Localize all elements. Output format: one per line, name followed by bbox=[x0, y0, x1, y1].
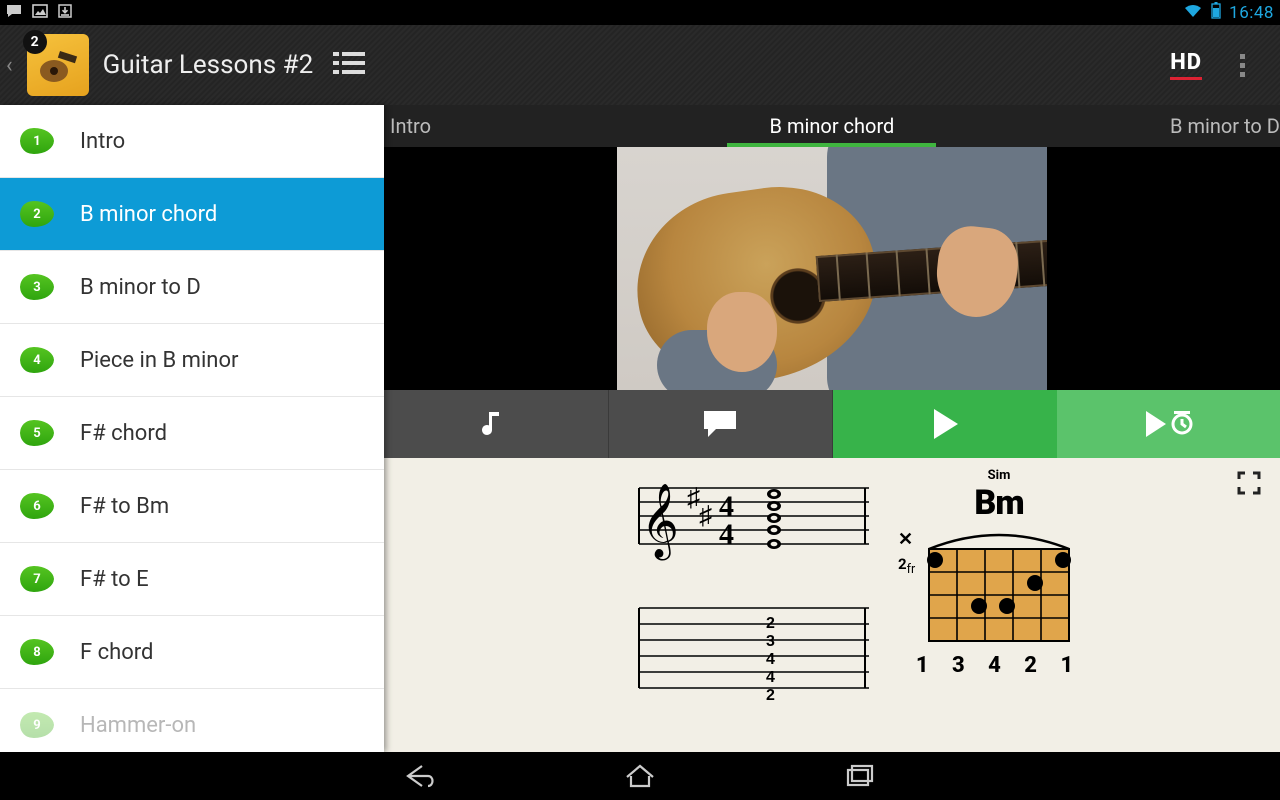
android-nav-bar bbox=[0, 752, 1280, 800]
wifi-icon bbox=[1183, 3, 1203, 23]
tab-number: 4 bbox=[766, 669, 775, 687]
lesson-number-badge: 1 bbox=[20, 128, 54, 154]
tab-label: B minor chord bbox=[770, 114, 895, 138]
image-notification-icon bbox=[32, 4, 48, 22]
lesson-item-4[interactable]: 4 Piece in B minor bbox=[0, 324, 384, 397]
lesson-tabs: Intro B minor chord B minor to D bbox=[384, 105, 1280, 147]
app-bar: ‹ 2 Guitar Lessons #2 HD bbox=[0, 25, 1280, 105]
lesson-item-label: B minor to D bbox=[80, 275, 201, 300]
svg-text:𝄞: 𝄞 bbox=[641, 485, 679, 561]
lesson-item-label: F chord bbox=[80, 640, 153, 665]
app-title: Guitar Lessons #2 bbox=[103, 50, 314, 80]
lesson-item-label: Piece in B minor bbox=[80, 348, 238, 373]
lesson-number-badge: 2 bbox=[20, 201, 54, 227]
comments-button[interactable] bbox=[609, 390, 834, 458]
lesson-number-badge: 4 bbox=[20, 347, 54, 373]
lesson-number-badge: 3 bbox=[20, 274, 54, 300]
lesson-item-7[interactable]: 7 F# to E bbox=[0, 543, 384, 616]
playback-controls bbox=[384, 390, 1280, 458]
svg-text:4: 4 bbox=[719, 518, 734, 551]
play-slow-button[interactable] bbox=[1057, 390, 1280, 458]
chord-diagram: Sim Bm ✕ 2fr bbox=[914, 468, 1084, 678]
download-notification-icon bbox=[58, 4, 72, 22]
nav-home-button[interactable] bbox=[620, 760, 660, 792]
overflow-menu-icon[interactable] bbox=[1240, 54, 1262, 77]
chat-notification-icon bbox=[6, 4, 22, 22]
status-right-icons: 16:48 bbox=[1183, 2, 1274, 23]
status-clock: 16:48 bbox=[1229, 3, 1274, 23]
chord-alt-name: Sim bbox=[914, 468, 1084, 483]
lesson-item-8[interactable]: 8 F chord bbox=[0, 616, 384, 689]
lesson-item-label: F# chord bbox=[80, 421, 167, 446]
lesson-list-toggle-icon[interactable] bbox=[333, 50, 365, 80]
chord-fret-suffix: fr bbox=[907, 562, 916, 577]
nav-back-button[interactable] bbox=[400, 760, 440, 792]
lesson-number-badge: 9 bbox=[20, 712, 54, 738]
lesson-number-badge: 8 bbox=[20, 639, 54, 665]
tab-label: Intro bbox=[390, 114, 431, 138]
lesson-item-5[interactable]: 5 F# chord bbox=[0, 397, 384, 470]
nav-recent-button[interactable] bbox=[840, 760, 880, 792]
fullscreen-icon[interactable] bbox=[1236, 470, 1262, 500]
status-left-icons bbox=[6, 4, 72, 22]
chord-name: Bm bbox=[914, 483, 1084, 523]
tab-prev[interactable]: Intro bbox=[384, 105, 683, 147]
lesson-item-label: Intro bbox=[80, 129, 125, 154]
android-status-bar: 16:48 bbox=[0, 0, 1280, 25]
chord-fret-label: 2 bbox=[898, 555, 907, 573]
lesson-item-label: B minor chord bbox=[80, 202, 217, 227]
tab-number: 2 bbox=[766, 615, 775, 633]
video-area[interactable] bbox=[384, 147, 1280, 390]
lesson-number-badge: 6 bbox=[20, 493, 54, 519]
lesson-item-label: F# to Bm bbox=[80, 494, 169, 519]
hd-quality-button[interactable]: HD bbox=[1170, 50, 1202, 80]
video-thumbnail bbox=[617, 147, 1047, 390]
sheet-music-area: 𝄞 ♯ ♯ 4 4 bbox=[384, 458, 1280, 752]
back-caret-icon[interactable]: ‹ bbox=[6, 53, 13, 78]
app-icon[interactable]: 2 bbox=[27, 34, 89, 96]
lesson-item-6[interactable]: 6 F# to Bm bbox=[0, 470, 384, 543]
battery-icon bbox=[1211, 2, 1221, 23]
lesson-item-label: F# to E bbox=[80, 567, 149, 592]
lesson-item-9[interactable]: 9 Hammer-on bbox=[0, 689, 384, 752]
tab-current[interactable]: B minor chord bbox=[683, 105, 982, 147]
lesson-number-badge: 5 bbox=[20, 420, 54, 446]
play-button[interactable] bbox=[833, 390, 1057, 458]
tab-number: 2 bbox=[766, 687, 775, 705]
staff-notation: 𝄞 ♯ ♯ 4 4 bbox=[619, 478, 869, 722]
tab-number: 3 bbox=[766, 633, 775, 651]
svg-text:♯: ♯ bbox=[699, 501, 712, 530]
notation-button[interactable] bbox=[384, 390, 609, 458]
lesson-item-2[interactable]: 2 B minor chord bbox=[0, 178, 384, 251]
tab-number: 4 bbox=[766, 651, 775, 669]
lesson-item-label: Hammer-on bbox=[80, 713, 196, 738]
chord-fingering: 1 3 4 2 1 bbox=[914, 653, 1084, 678]
tab-label: B minor to D bbox=[1170, 114, 1280, 138]
lesson-item-3[interactable]: 3 B minor to D bbox=[0, 251, 384, 324]
lesson-list-sidebar[interactable]: 1 Intro 2 B minor chord 3 B minor to D 4… bbox=[0, 105, 384, 752]
lesson-number-badge: 7 bbox=[20, 566, 54, 592]
app-icon-badge: 2 bbox=[23, 30, 47, 54]
lesson-item-1[interactable]: 1 Intro bbox=[0, 105, 384, 178]
tab-next[interactable]: B minor to D bbox=[981, 105, 1280, 147]
